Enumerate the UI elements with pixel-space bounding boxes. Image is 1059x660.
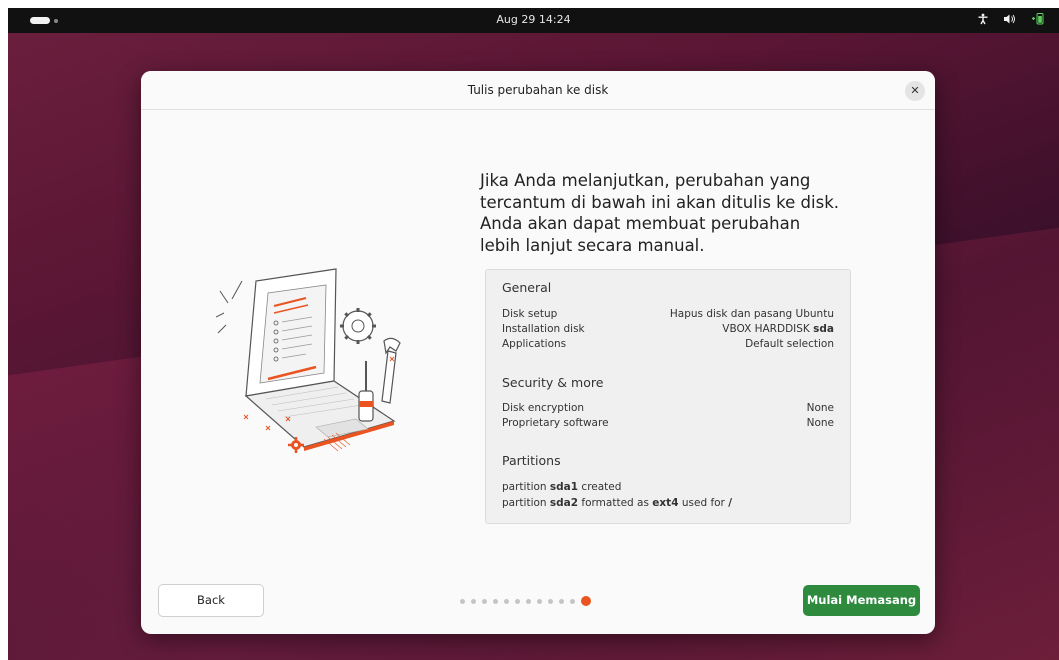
install-button[interactable]: Mulai Memasang (803, 585, 920, 616)
back-button[interactable]: Back (158, 584, 264, 617)
screwdriver-icon (358, 361, 374, 422)
progress-dot (460, 598, 465, 604)
row-value: None (806, 417, 834, 429)
filesystem-type: ext4 (652, 497, 679, 509)
progress-dot (526, 598, 531, 604)
text: used for (678, 497, 729, 509)
summary-panel: General Disk setup Hapus disk dan pasang… (485, 269, 851, 524)
clock[interactable]: Aug 29 14:24 (8, 13, 1059, 26)
row-label: Installation disk (502, 323, 585, 335)
row-label: Applications (502, 338, 567, 350)
progress-dot-current (581, 596, 591, 606)
progress-dot (471, 598, 476, 604)
sparkle-lines (216, 280, 243, 334)
progress-dot (548, 598, 553, 604)
progress-dot (559, 598, 564, 604)
partition-name: sda2 (549, 497, 579, 509)
text: created (578, 481, 622, 493)
text: partition (502, 481, 550, 493)
close-icon: ✕ (910, 84, 920, 97)
row-value: None (806, 402, 834, 414)
dialog-title: Tulis perubahan ke disk (467, 83, 609, 97)
battery-icon[interactable] (1031, 12, 1045, 28)
mount-point: / (728, 497, 733, 509)
desktop-background: Aug 29 14:24 Tulis perubahan ke disk ✕ J… (8, 8, 1059, 660)
applications-row: Applications Default selection (502, 337, 834, 352)
security-section-title: Security & more (502, 375, 604, 390)
partition-line: partition sda2 formatted as ext4 used fo… (502, 496, 732, 511)
disk-device: sda (813, 323, 834, 335)
summary-heading: Jika Anda melanjutkan, perubahan yang te… (480, 171, 839, 255)
row-value: Default selection (745, 338, 834, 350)
row-label: Proprietary software (502, 417, 609, 429)
partitions-section-title: Partitions (502, 453, 561, 468)
text: partition (502, 497, 550, 509)
general-section-title: General (502, 280, 552, 295)
close-button[interactable]: ✕ (905, 81, 925, 101)
gear-icon (340, 308, 376, 344)
disk-encryption-row: Disk encryption None (502, 401, 834, 416)
row-value: VBOX HARDDISK sda (722, 322, 834, 337)
wrench-icon (381, 337, 401, 404)
progress-dot (493, 598, 498, 604)
proprietary-software-row: Proprietary software None (502, 416, 834, 431)
installation-disk-row: Installation disk VBOX HARDDISK sda (502, 322, 834, 337)
progress-dot (482, 598, 487, 604)
text: formatted as (578, 497, 653, 509)
top-bar: Aug 29 14:24 (8, 8, 1059, 33)
progress-dot (570, 598, 575, 604)
partition-name: sda1 (549, 481, 579, 493)
laptop-tools-illustration (216, 268, 401, 453)
partition-line: partition sda1 created (502, 480, 621, 495)
disk-model: VBOX HARDDISK (722, 323, 814, 335)
system-tray[interactable] (977, 12, 1045, 28)
row-label: Disk setup (502, 308, 558, 320)
progress-dots (460, 596, 591, 606)
accessibility-icon[interactable] (977, 13, 989, 28)
disk-setup-row: Disk setup Hapus disk dan pasang Ubuntu (502, 307, 834, 322)
dialog-header: Tulis perubahan ke disk ✕ (141, 71, 935, 110)
progress-dot (504, 598, 509, 604)
laptop-icon (244, 268, 396, 451)
row-label: Disk encryption (502, 402, 585, 414)
progress-dot (537, 598, 542, 604)
volume-icon[interactable] (1003, 13, 1017, 28)
installer-dialog: Tulis perubahan ke disk ✕ Jika Anda mela… (141, 71, 935, 634)
row-value: Hapus disk dan pasang Ubuntu (669, 308, 834, 320)
progress-dot (515, 598, 520, 604)
